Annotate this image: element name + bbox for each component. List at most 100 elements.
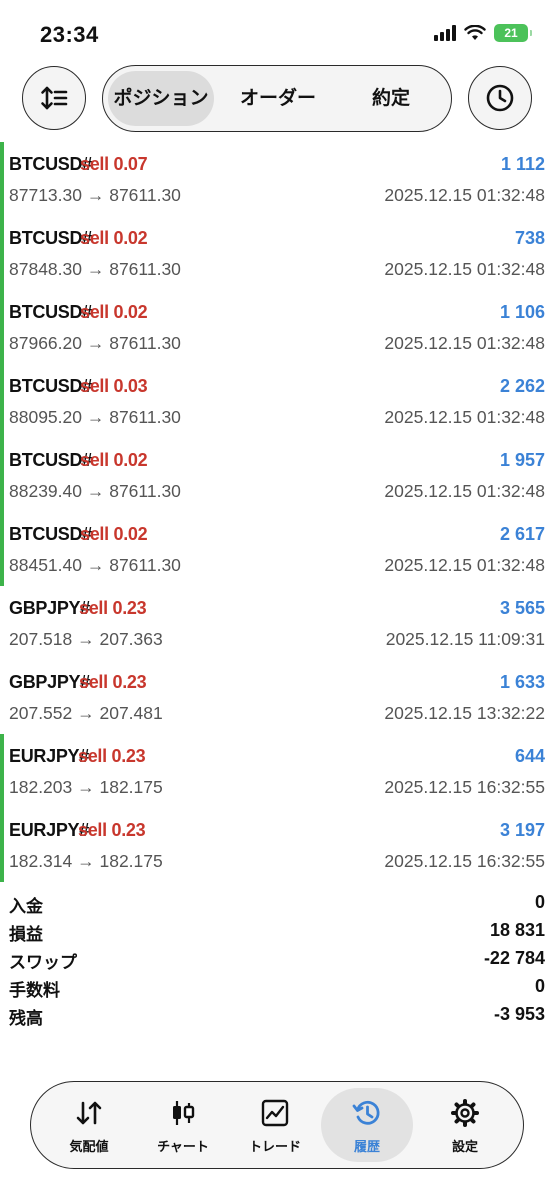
summary-value: 0 (534, 892, 545, 912)
trade-symbol: GBPJPY# (9, 598, 90, 618)
trade-time: 2025.12.15 01:32:48 (384, 555, 545, 575)
tab-quotes-label: 気配値 (69, 1139, 109, 1154)
trade-side: sell 0.23 (79, 672, 147, 692)
trade-profit: 644 (514, 746, 545, 766)
history-icon (352, 1100, 380, 1125)
trade-time: 2025.12.15 16:32:55 (384, 851, 545, 871)
trade-time: 2025.12.15 01:32:48 (384, 259, 545, 279)
trade-time: 2025.12.15 16:32:55 (384, 777, 545, 797)
trade-side: sell 0.07 (80, 154, 148, 174)
tab-trade-label: トレード (248, 1139, 301, 1154)
trade-side: sell 0.02 (80, 302, 148, 322)
trade-profit: 1 112 (500, 154, 545, 174)
sort-icon (41, 86, 68, 110)
tab-history-label: 履歴 (353, 1139, 380, 1154)
trade-time: 2025.12.15 01:32:48 (384, 185, 545, 205)
trade-prices: 87966.20 → 87611.30 (9, 333, 181, 353)
summary-value: -3 953 (493, 1004, 545, 1024)
summary-label: 手数料 (9, 981, 60, 1000)
trade-prices: 182.314 → 182.175 (9, 851, 163, 871)
cellular-signal-icon (434, 25, 456, 41)
trade-row[interactable]: BTCUSD# sell 0.02 1 106 87966.20 → 87611… (0, 290, 554, 364)
trade-symbol: EURJPY# (9, 820, 89, 840)
bottom-tab-bar: 気配値 チャート トレード 履歴 設定 (30, 1081, 524, 1169)
summary-row-balance: 残高 -3 953 (0, 1000, 554, 1028)
trade-row[interactable]: BTCUSD# sell 0.07 1 112 87713.30 → 87611… (0, 142, 554, 216)
trade-profit: 3 565 (499, 598, 545, 618)
trade-row[interactable]: EURJPY# sell 0.23 3 197 182.314 → 182.17… (0, 808, 554, 882)
trade-row[interactable]: GBPJPY# sell 0.23 3 565 207.518 → 207.36… (0, 586, 554, 660)
trade-side: sell 0.23 (78, 746, 146, 766)
trade-prices: 182.203 → 182.175 (9, 777, 163, 797)
trade-prices: 88239.40 → 87611.30 (9, 481, 181, 501)
summary-value: -22 784 (483, 948, 545, 968)
period-button[interactable] (468, 66, 532, 130)
tab-orders[interactable]: オーダー (221, 71, 335, 126)
trade-profit: 1 633 (499, 672, 545, 692)
trade-row[interactable]: GBPJPY# sell 0.23 1 633 207.552 → 207.48… (0, 660, 554, 734)
clock-icon (486, 84, 514, 112)
trade-time: 2025.12.15 13:32:22 (384, 703, 545, 723)
trade-time: 2025.12.15 01:32:48 (384, 333, 545, 353)
status-icons: 21 (434, 24, 532, 42)
summary-value: 18 831 (489, 920, 545, 940)
trade-time: 2025.12.15 11:09:31 (385, 629, 545, 649)
trade-list: BTCUSD# sell 0.07 1 112 87713.30 → 87611… (0, 142, 554, 882)
history-type-segmented-control: ポジション オーダー 約定 (102, 65, 452, 132)
battery-icon: 21 (494, 24, 532, 42)
trade-symbol: EURJPY# (9, 746, 89, 766)
status-time: 23:34 (40, 22, 99, 47)
trade-profit: 1 106 (499, 302, 545, 322)
trade-side: sell 0.23 (78, 820, 146, 840)
trade-side: sell 0.23 (79, 598, 147, 618)
trade-side: sell 0.02 (80, 228, 148, 248)
trade-time: 2025.12.15 01:32:48 (384, 481, 545, 501)
tab-settings[interactable]: 設定 (419, 1088, 511, 1162)
top-controls: ポジション オーダー 約定 (0, 64, 554, 134)
trade-side: sell 0.03 (80, 376, 148, 396)
tab-chart[interactable]: チャート (137, 1088, 229, 1162)
summary-row-profit: 損益 18 831 (0, 916, 554, 944)
trade-profit: 738 (514, 228, 545, 248)
trade-prices: 207.518 → 207.363 (9, 629, 163, 649)
tab-quotes[interactable]: 気配値 (43, 1088, 135, 1162)
trade-profit: 1 957 (499, 450, 545, 470)
summary-row-commission: 手数料 0 (0, 972, 554, 1000)
trade-prices: 87713.30 → 87611.30 (9, 185, 181, 205)
trade-profit: 2 617 (499, 524, 545, 544)
summary-label: 損益 (9, 925, 43, 944)
trade-row[interactable]: BTCUSD# sell 0.02 738 87848.30 → 87611.3… (0, 216, 554, 290)
trade-row[interactable]: EURJPY# sell 0.23 644 182.203 → 182.175 … (0, 734, 554, 808)
gear-icon (451, 1099, 479, 1127)
trade-prices: 88451.40 → 87611.30 (9, 555, 181, 575)
trade-prices: 207.552 → 207.481 (9, 703, 163, 723)
tab-trade[interactable]: トレード (229, 1088, 321, 1162)
summary-label: 入金 (9, 897, 43, 916)
trade-profit: 3 197 (499, 820, 545, 840)
sort-button[interactable] (22, 66, 86, 130)
trade-prices: 88095.20 → 87611.30 (9, 407, 181, 427)
trade-profit: 2 262 (499, 376, 545, 396)
quotes-arrows-icon (76, 1101, 102, 1125)
trade-side: sell 0.02 (80, 524, 148, 544)
trade-prices: 87848.30 → 87611.30 (9, 259, 181, 279)
summary-row-swap: スワップ -22 784 (0, 944, 554, 972)
trade-row[interactable]: BTCUSD# sell 0.02 1 957 88239.40 → 87611… (0, 438, 554, 512)
tab-deals[interactable]: 約定 (351, 71, 431, 126)
summary-label: スワップ (9, 953, 77, 972)
trade-row[interactable]: BTCUSD# sell 0.03 2 262 88095.20 → 87611… (0, 364, 554, 438)
summary-value: 0 (534, 976, 545, 996)
trade-symbol: GBPJPY# (9, 672, 90, 692)
trade-side: sell 0.02 (80, 450, 148, 470)
tab-settings-label: 設定 (451, 1139, 478, 1154)
status-bar: 23:34 21 (0, 0, 554, 64)
summary-label: 残高 (9, 1009, 43, 1028)
wifi-icon (464, 25, 486, 40)
trade-row[interactable]: BTCUSD# sell 0.02 2 617 88451.40 → 87611… (0, 512, 554, 586)
tab-positions[interactable]: ポジション (108, 71, 214, 126)
tab-history[interactable]: 履歴 (321, 1088, 413, 1162)
trade-chart-icon (261, 1099, 289, 1127)
trade-time: 2025.12.15 01:32:48 (384, 407, 545, 427)
tab-chart-label: チャート (157, 1139, 209, 1154)
candlestick-chart-icon (173, 1101, 195, 1125)
